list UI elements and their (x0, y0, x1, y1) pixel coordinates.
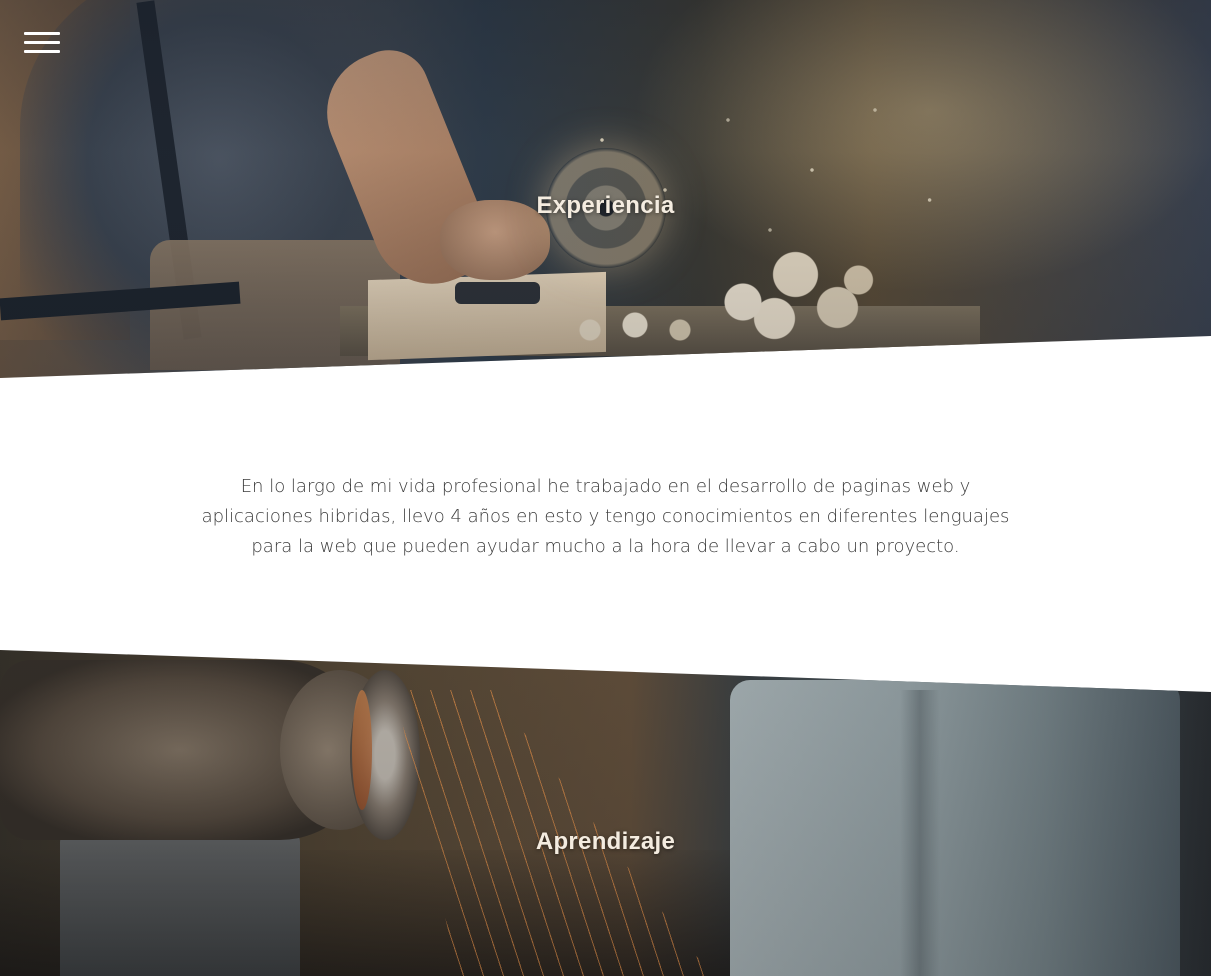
menu-line-bottom (24, 50, 60, 53)
page: Experiencia En lo largo de mi vida profe… (0, 0, 1211, 976)
menu-line-middle (24, 41, 60, 44)
learning-hero: Aprendizaje (0, 650, 1211, 976)
hamburger-menu-icon[interactable] (24, 30, 62, 56)
menu-line-top (24, 32, 60, 35)
experience-description: En lo largo de mi vida profesional he tr… (201, 476, 1010, 557)
experience-hero: Experiencia (0, 0, 1211, 378)
hero-overlay (0, 650, 1211, 976)
experience-title: Experiencia (536, 192, 675, 219)
learning-title: Aprendizaje (535, 828, 676, 855)
